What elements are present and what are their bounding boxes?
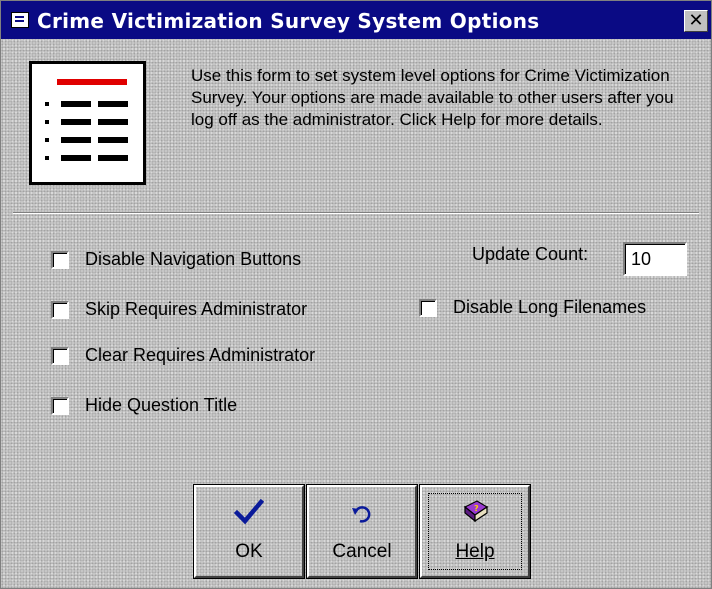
help-button[interactable]: ? Help <box>419 484 531 579</box>
title-bar[interactable]: Crime Victimization Survey System Option… <box>1 1 711 39</box>
clear-requires-administrator-checkbox[interactable] <box>51 347 69 365</box>
app-icon <box>11 12 29 28</box>
skip-requires-administrator-label[interactable]: Skip Requires Administrator <box>85 299 307 320</box>
update-count-input[interactable]: 10 <box>623 242 687 276</box>
document-list-icon <box>29 61 146 185</box>
ok-button[interactable]: OK <box>193 484 305 579</box>
hide-question-title-checkbox[interactable] <box>51 397 69 415</box>
help-book-icon: ? <box>422 499 528 532</box>
window-title: Crime Victimization Survey System Option… <box>37 9 540 33</box>
checkmark-icon <box>196 498 302 532</box>
skip-requires-administrator-checkbox[interactable] <box>51 301 69 319</box>
help-label: Help <box>455 541 495 562</box>
close-button[interactable]: ✕ <box>684 10 708 32</box>
clear-requires-administrator-label[interactable]: Clear Requires Administrator <box>85 345 315 366</box>
hide-question-title-label[interactable]: Hide Question Title <box>85 395 237 416</box>
disable-long-filenames-label[interactable]: Disable Long Filenames <box>453 297 646 318</box>
intro-text: Use this form to set system level option… <box>191 66 674 129</box>
disable-navigation-buttons-checkbox[interactable] <box>51 251 69 269</box>
ok-label: OK <box>235 541 263 562</box>
disable-long-filenames-checkbox[interactable] <box>419 299 437 317</box>
update-count-label: Update Count: <box>472 244 589 264</box>
cancel-label: Cancel <box>332 541 392 562</box>
cancel-button[interactable]: Cancel <box>306 484 418 579</box>
divider <box>13 212 699 214</box>
svg-text:?: ? <box>474 504 479 513</box>
undo-icon <box>309 499 415 531</box>
options-dialog: Crime Victimization Survey System Option… <box>0 0 712 589</box>
disable-navigation-buttons-label[interactable]: Disable Navigation Buttons <box>85 249 301 270</box>
